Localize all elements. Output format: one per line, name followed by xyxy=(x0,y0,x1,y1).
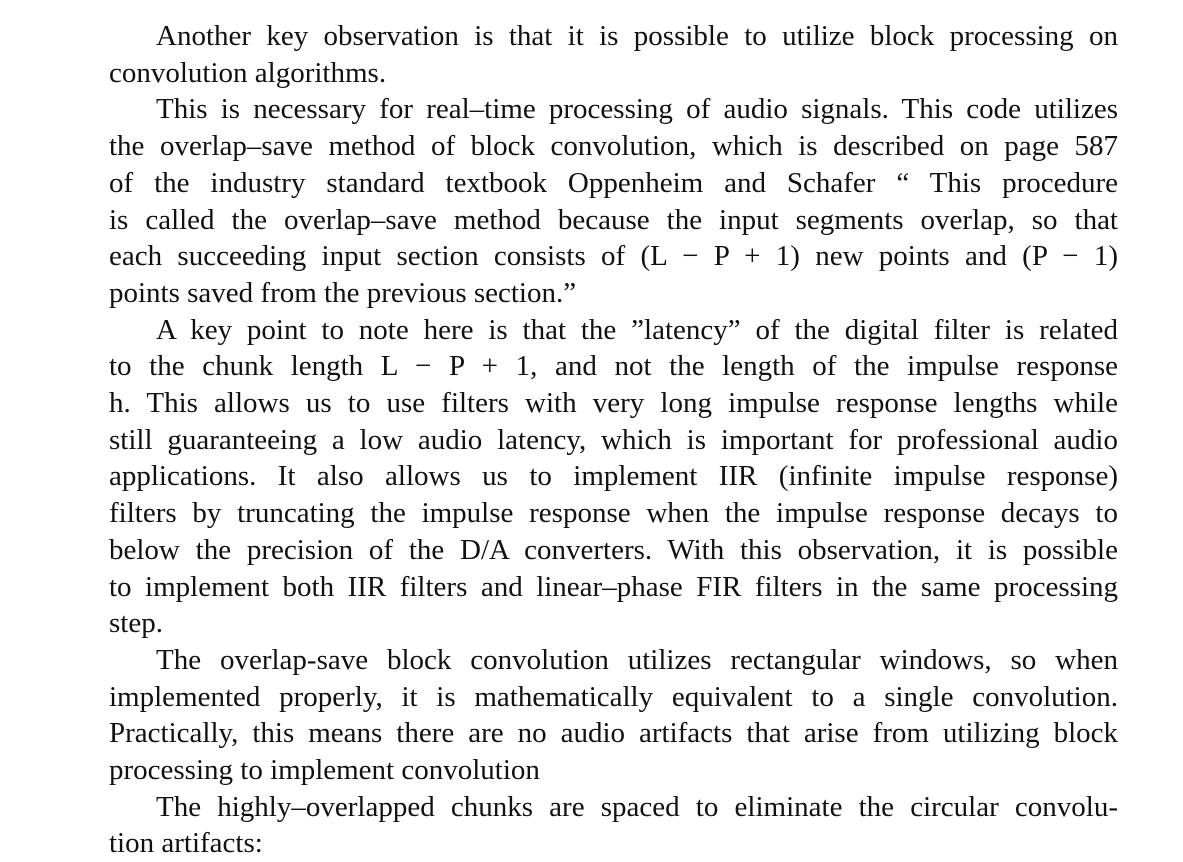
text-line: to the chunk length L − P + 1, and not t… xyxy=(109,350,1118,383)
paragraph-overlap-save: This is necessary for real–time processi… xyxy=(62,91,1118,311)
paragraph-overlapped-chunks: The highly–overlapped chunks are spaced … xyxy=(62,789,1118,862)
text-line: step. xyxy=(109,607,163,640)
text-line: h. This allows us to use filters with ve… xyxy=(109,387,1118,420)
paragraph-latency: A key point to note here is that the ”la… xyxy=(62,312,1118,642)
text-line: processing to implement convolution xyxy=(109,754,540,787)
text-line: Another key observation is that it is po… xyxy=(156,20,1118,52)
text-line: points saved from the previous section.” xyxy=(109,276,577,309)
text-line: each succeeding input section consists o… xyxy=(109,240,1118,273)
paragraph-block-processing: Another key observation is that it is po… xyxy=(62,18,1118,91)
text-line: This is necessary for real–time processi… xyxy=(156,93,1118,126)
paragraph-rectangular-windows: The overlap-save block convolution utili… xyxy=(62,642,1118,789)
text-line: convolution algorithms. xyxy=(109,56,387,89)
text-line: the overlap–save method of block convolu… xyxy=(109,130,1118,163)
text-line: is called the overlap–save method becaus… xyxy=(109,203,1118,236)
text-line: below the precision of the D/A converter… xyxy=(109,533,1118,566)
text-line: applications. It also allows us to imple… xyxy=(109,460,1118,493)
text-line: implemented properly, it is mathematical… xyxy=(109,680,1118,713)
text-line: The overlap-save block convolution utili… xyxy=(156,643,1118,676)
text-line: A key point to note here is that the ”la… xyxy=(156,313,1118,346)
text-line: filters by truncating the impulse respon… xyxy=(109,497,1118,530)
text-line: Practically, this means there are no aud… xyxy=(109,717,1118,750)
text-line: The highly–overlapped chunks are spaced … xyxy=(156,790,1118,823)
text-line: of the industry standard textbook Oppenh… xyxy=(109,166,1118,199)
text-line: still guaranteeing a low audio latency, … xyxy=(109,423,1118,456)
document-body: Another key observation is that it is po… xyxy=(62,18,1118,862)
text-line: to implement both IIR filters and linear… xyxy=(109,570,1118,603)
